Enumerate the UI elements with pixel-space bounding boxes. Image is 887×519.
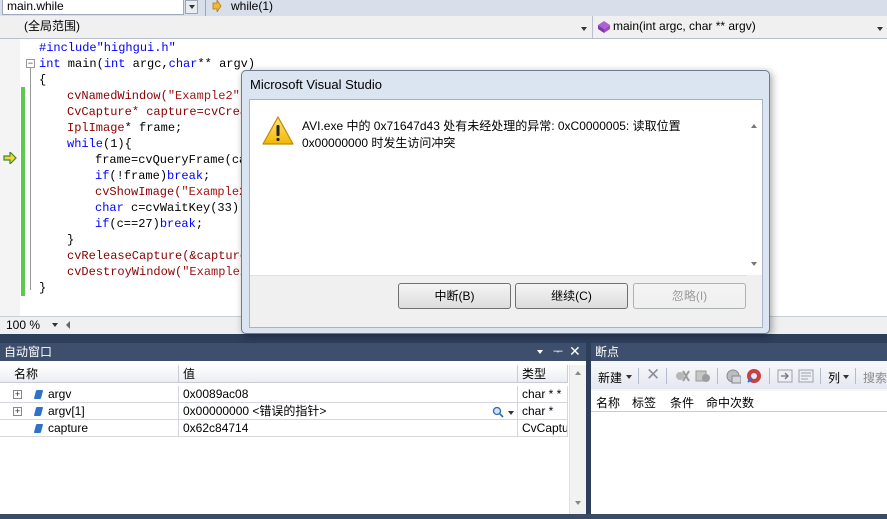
chevron-down-icon[interactable]	[581, 27, 587, 31]
disable-all-icon[interactable]	[695, 368, 711, 384]
autos-scrollbar[interactable]	[569, 365, 587, 515]
go-to-source-icon[interactable]	[777, 368, 793, 384]
row-type: char *	[518, 403, 568, 420]
pin-icon[interactable]: ᅮ	[553, 343, 563, 361]
code-line: cvShowImage("Example2	[95, 185, 247, 199]
file-combo[interactable]: main.while	[2, 0, 184, 15]
code-line: if(!frame)break;	[95, 169, 211, 183]
column-header-label[interactable]: 标签	[632, 394, 656, 411]
code-line: cvNamedWindow("Example2",	[67, 89, 248, 103]
code-line: int main(int argc,char** argv)	[39, 57, 256, 71]
file-combo-dropdown[interactable]	[185, 0, 198, 14]
arrow-right-icon	[212, 0, 222, 14]
function-combo-label: main(int argc, char ** argv)	[613, 19, 756, 33]
chevron-down-icon[interactable]	[626, 375, 632, 379]
breakpoints-window: 新建 ✕ 列 搜索 名称 标签 条件 命中次数	[591, 361, 887, 519]
editor-gutter[interactable]	[0, 39, 20, 316]
breakpoints-toolbar: 新建 ✕ 列 搜索	[591, 363, 887, 389]
code-line: CvCapture* capture=cvCrea	[67, 105, 248, 119]
code-line: IplImage* frame;	[67, 121, 183, 135]
search-label[interactable]: 搜索	[863, 369, 887, 386]
export-icon[interactable]	[725, 368, 742, 384]
autos-title-bar[interactable]: 自动窗口 ᅮ ✕	[0, 343, 586, 361]
break-button[interactable]: 中断(B)	[398, 283, 511, 309]
breakpoints-title: 断点	[595, 345, 620, 359]
row-value[interactable]: 0x62c84714	[179, 420, 518, 437]
delete-icon[interactable]: ✕	[646, 365, 660, 385]
close-icon[interactable]: ✕	[569, 342, 581, 360]
navigation-bar: main.while while(1)	[0, 0, 887, 17]
breakpoints-title-bar[interactable]: 断点	[591, 343, 887, 361]
chevron-down-icon[interactable]	[52, 323, 58, 327]
window-menu-icon[interactable]	[537, 350, 543, 354]
import-icon[interactable]	[746, 368, 762, 384]
row-name: argv[1]	[0, 403, 179, 420]
zoom-level: 100 %	[6, 318, 41, 332]
function-combo[interactable]: main(int argc, char ** argv)	[610, 18, 880, 35]
code-line: #include"highgui.h"	[39, 41, 176, 55]
code-line: frame=cvQueryFrame(ca	[95, 153, 247, 167]
chevron-down-icon[interactable]	[877, 27, 883, 31]
scroll-up-icon[interactable]	[575, 371, 581, 375]
chevron-down-icon[interactable]	[843, 375, 849, 379]
scroll-left-icon[interactable]	[66, 321, 70, 329]
new-breakpoint-button[interactable]: 新建	[598, 369, 622, 386]
columns-button[interactable]: 列	[828, 369, 840, 386]
chevron-down-icon[interactable]	[508, 411, 514, 415]
dialog-title: Microsoft Visual Studio	[250, 77, 382, 92]
method-icon	[598, 21, 610, 33]
row-value[interactable]: 0x00000000 <错误的指针>	[179, 403, 518, 420]
row-name: capture	[0, 420, 179, 437]
row-type: CvCaptu	[518, 420, 568, 437]
code-line: if(c==27)break;	[95, 217, 204, 231]
column-header-hitcount[interactable]: 命中次数	[706, 394, 754, 411]
file-combo-label: main.while	[7, 0, 64, 13]
expand-icon[interactable]: +	[13, 390, 22, 399]
go-to-disassembly-icon[interactable]	[798, 368, 814, 384]
column-header-value[interactable]: 值	[179, 365, 518, 383]
delete-all-icon[interactable]	[674, 368, 690, 384]
member-bar: (全局范围) main(int argc, char ** argv)	[0, 16, 887, 39]
row-value[interactable]: 0x0089ac08	[179, 386, 518, 403]
warning-icon	[262, 116, 294, 146]
scope-combo-label[interactable]: while(1)	[231, 0, 273, 13]
scroll-down-icon[interactable]	[575, 501, 581, 505]
scope-combo[interactable]: (全局范围)	[20, 18, 590, 35]
row-name: argv	[0, 386, 179, 403]
column-header-condition[interactable]: 条件	[670, 394, 694, 411]
magnifier-icon[interactable]	[492, 406, 504, 418]
column-header-type[interactable]: 类型	[518, 365, 568, 383]
dialog-scrollbar[interactable]	[746, 100, 762, 275]
column-header-name[interactable]: 名称	[596, 394, 620, 411]
code-line: char c=cvWaitKey(33);	[95, 201, 247, 215]
column-header-name[interactable]: 名称	[0, 365, 179, 383]
chevron-down-icon	[189, 5, 195, 9]
code-line: {	[39, 73, 47, 87]
dialog-message: AVI.exe 中的 0x71647d43 处有未经处理的异常: 0xC0000…	[302, 119, 681, 150]
collapse-icon[interactable]: −	[26, 59, 35, 68]
code-line: }	[39, 281, 47, 295]
exception-dialog: Microsoft Visual Studio AVI.exe 中的 0x716…	[241, 70, 770, 334]
ignore-button[interactable]: 忽略(I)	[633, 283, 746, 309]
code-line: }	[67, 233, 75, 247]
current-statement-arrow-icon	[3, 150, 17, 166]
code-line: cvDestroyWindow("Example2	[67, 265, 248, 279]
code-line: while(1){	[67, 137, 132, 151]
outline-guide	[30, 65, 40, 290]
scroll-up-icon[interactable]	[751, 124, 757, 128]
code-line: cvReleaseCapture(&capture	[67, 249, 248, 263]
dialog-body: AVI.exe 中的 0x71647d43 处有未经处理的异常: 0xC0000…	[249, 99, 763, 328]
scroll-down-icon[interactable]	[751, 262, 757, 266]
autos-window: 名称 值 类型 argv 0x0089ac08 char * * + argv[…	[0, 361, 587, 519]
dialog-message-area: AVI.exe 中的 0x71647d43 处有未经处理的异常: 0xC0000…	[250, 100, 746, 276]
changed-lines-marker	[21, 87, 25, 296]
scope-combo-label: (全局范围)	[24, 19, 80, 33]
continue-button[interactable]: 继续(C)	[515, 283, 628, 309]
bottom-tab-strip	[0, 514, 887, 519]
breakpoints-list[interactable]	[591, 412, 887, 519]
autos-title: 自动窗口	[4, 345, 53, 359]
breakpoints-header: 名称 标签 条件 命中次数	[591, 391, 887, 412]
row-type: char * *	[518, 386, 568, 403]
expand-icon[interactable]: +	[13, 407, 22, 416]
